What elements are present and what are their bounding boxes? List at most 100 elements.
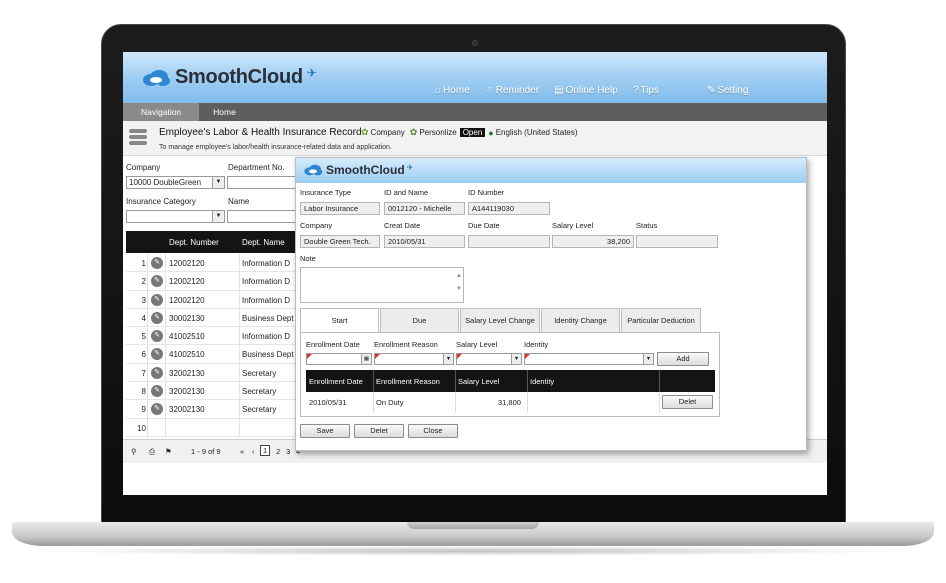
tab-start[interactable]: Start	[300, 308, 379, 332]
row-delete-button[interactable]: Delet	[662, 395, 713, 409]
id-number-field[interactable]: A144119030	[468, 202, 550, 215]
enroll-date-input[interactable]: ▦	[306, 353, 372, 365]
page-link-current[interactable]: 1	[260, 445, 271, 456]
salary-level-select[interactable]: ▼	[456, 353, 522, 365]
salary-level-field[interactable]: 38,200	[552, 235, 634, 248]
table-row[interactable]: 5 ✎ 41002510 Information D	[126, 327, 306, 346]
edit-pencil-icon[interactable]: ✎	[151, 403, 163, 416]
column-header[interactable]: Dept. Name	[242, 238, 285, 247]
binoculars-icon[interactable]: ⚲	[131, 447, 137, 456]
due-date-field[interactable]	[468, 235, 550, 248]
column-header: Enrollment Date	[309, 377, 363, 386]
tab-particular-deduction[interactable]: Particular Deduction	[621, 308, 701, 332]
laptop-shadow	[40, 546, 906, 556]
name-filter-label: Name	[228, 197, 250, 206]
table-row[interactable]: 3 ✎ 12002120 Information D	[126, 291, 306, 309]
open-badge[interactable]: Open	[459, 128, 486, 137]
top-nav: ⌂ Home ☞ Reminder ▤ Online Help ? Tips ✎ Sett…	[435, 85, 763, 96]
table-row[interactable]: 8 ✎ 32002130 Secretary	[126, 382, 306, 401]
table-row[interactable]: 10	[126, 419, 306, 437]
enroll-reason-select[interactable]: ▼	[374, 353, 454, 365]
app-logo[interactable]: SmoothCloud ✈	[141, 66, 317, 89]
table-row[interactable]: 6 ✎ 41002510 Business Dept	[126, 345, 306, 364]
tab-salary-level-change[interactable]: Salary Level Change	[460, 308, 540, 332]
edit-pencil-icon[interactable]: ✎	[151, 348, 163, 361]
department-input[interactable]	[227, 176, 297, 189]
scroll-arrows-icon[interactable]: ▲ ▼	[456, 270, 462, 296]
company-select[interactable]: 10000 DoubleGreen ▼	[126, 176, 225, 189]
calendar-icon[interactable]: ▦	[361, 354, 371, 364]
first-page-icon[interactable]: «	[240, 447, 244, 456]
top-nav-setting[interactable]: ✎ Setting	[707, 85, 749, 96]
edit-pencil-icon[interactable]: ✎	[151, 257, 163, 269]
top-nav-label: Tips	[640, 85, 659, 96]
page-link[interactable]: 2	[276, 447, 280, 456]
name-input[interactable]	[227, 210, 297, 223]
chevron-down-icon: ▼	[212, 177, 224, 188]
column-header[interactable]: Dept. Number	[169, 238, 219, 247]
tab-home[interactable]: Home	[199, 103, 250, 121]
personalize-link[interactable]: Personlize	[419, 128, 456, 137]
enroll-reason-label: Enrollment Reason	[374, 340, 438, 349]
note-textarea[interactable]: ▲ ▼	[300, 267, 464, 303]
page-link[interactable]: 3	[286, 447, 290, 456]
edit-pencil-icon[interactable]: ✎	[151, 275, 163, 288]
edit-pencil-icon[interactable]: ✎	[151, 366, 163, 379]
prev-page-icon[interactable]: ‹	[252, 447, 255, 456]
identity-select[interactable]: ▼	[524, 353, 654, 365]
setting-icon: ✎	[706, 85, 716, 96]
creat-date-field[interactable]: 2010/05/31	[384, 235, 465, 248]
category-select[interactable]: ▼	[126, 210, 225, 223]
tab-due[interactable]: Due	[380, 308, 459, 332]
column-divider	[527, 370, 528, 392]
table-row[interactable]: 9 ✎ 32002130 Secretary	[126, 400, 306, 419]
dept-number-cell: 41002510	[169, 332, 205, 342]
export-icon[interactable]: ⚑	[165, 447, 172, 456]
language-link[interactable]: English (United States)	[496, 128, 578, 137]
top-nav-tips[interactable]: ? Tips	[633, 85, 659, 96]
table-row[interactable]: 7 ✎ 32002130 Secretary	[126, 364, 306, 383]
add-button[interactable]: Add	[657, 352, 709, 366]
id-name-field[interactable]: 0012120 - Michelle	[384, 202, 465, 215]
dept-name-cell: Information D	[242, 277, 291, 287]
company-link[interactable]: Company	[371, 128, 405, 137]
dept-number-cell: 32002130	[169, 368, 205, 378]
row-number: 2	[141, 277, 146, 287]
column-header: Salary Level	[458, 377, 500, 386]
print-icon[interactable]: ⎙	[149, 447, 155, 457]
table-row[interactable]: 2010/05/31 On Duty 31,800 Delet	[306, 392, 715, 413]
row-number: 3	[141, 295, 146, 305]
row-number: 1	[141, 259, 146, 268]
insurance-type-field[interactable]: Labor Insurance	[300, 202, 380, 215]
save-button[interactable]: Save	[300, 424, 350, 438]
table-row[interactable]: 2 ✎ 12002120 Information D	[126, 272, 306, 291]
page-description: To manage employee's labor/health insura…	[159, 144, 392, 151]
close-button[interactable]: Close	[408, 424, 458, 438]
delete-button[interactable]: Delet	[354, 424, 404, 438]
home-icon: ⌂	[435, 85, 442, 96]
column-divider	[373, 392, 374, 413]
globe-icon: ●	[488, 127, 494, 138]
dept-number-cell: 41002510	[169, 350, 205, 360]
row-number: 10	[137, 423, 146, 433]
tab-navigation[interactable]: Navigation	[123, 103, 200, 121]
top-nav-online-help[interactable]: ▤ Online Help	[554, 85, 618, 96]
top-nav-home[interactable]: ⌂ Home	[435, 85, 470, 96]
title-meta: ✿ Company ✿ Personlize Open ● English (U…	[361, 127, 578, 138]
edit-pencil-icon[interactable]: ✎	[151, 311, 163, 324]
edit-pencil-icon[interactable]: ✎	[151, 385, 163, 398]
column-divider	[373, 370, 374, 392]
company-field[interactable]: Double Green Tech.	[300, 235, 380, 248]
status-field[interactable]	[636, 235, 718, 248]
top-nav-label: Home	[443, 85, 470, 96]
column-divider	[455, 392, 456, 413]
edit-pencil-icon[interactable]: ✎	[151, 330, 163, 343]
table-row[interactable]: 4 ✎ 30002130 Business Dept	[126, 309, 306, 328]
dialog-logo: SmoothCloud ✈	[303, 163, 413, 177]
edit-pencil-icon[interactable]: ✎	[151, 293, 163, 306]
tab-identity-change[interactable]: Identity Change	[541, 308, 620, 332]
salary-level-cell: 31,800	[498, 398, 521, 407]
table-row[interactable]: 1 ✎ 12002120 Information D	[126, 254, 306, 273]
webcam	[472, 40, 478, 46]
top-nav-reminder[interactable]: ☞ Reminder	[485, 85, 539, 96]
